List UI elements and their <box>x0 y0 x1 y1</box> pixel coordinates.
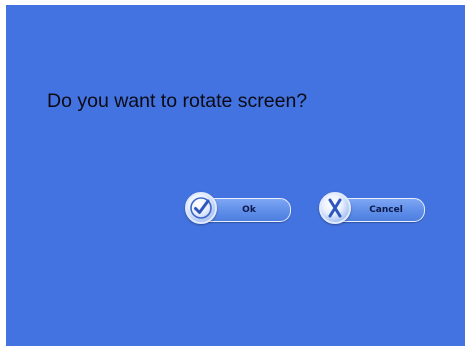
ok-button-label[interactable]: Ok <box>219 198 279 222</box>
x-mark-icon-glyph <box>328 198 342 218</box>
dialog-question: Do you want to rotate screen? <box>47 90 308 112</box>
rotate-screen-dialog: Do you want to rotate screen? Ok Cancel <box>6 5 465 346</box>
checkmark-icon[interactable] <box>185 192 217 224</box>
x-mark-icon[interactable] <box>319 192 351 224</box>
ok-button[interactable]: Ok <box>185 192 291 224</box>
checkmark-icon-glyph <box>190 197 212 219</box>
cancel-button[interactable]: Cancel <box>319 192 425 224</box>
cancel-button-label[interactable]: Cancel <box>353 198 419 222</box>
